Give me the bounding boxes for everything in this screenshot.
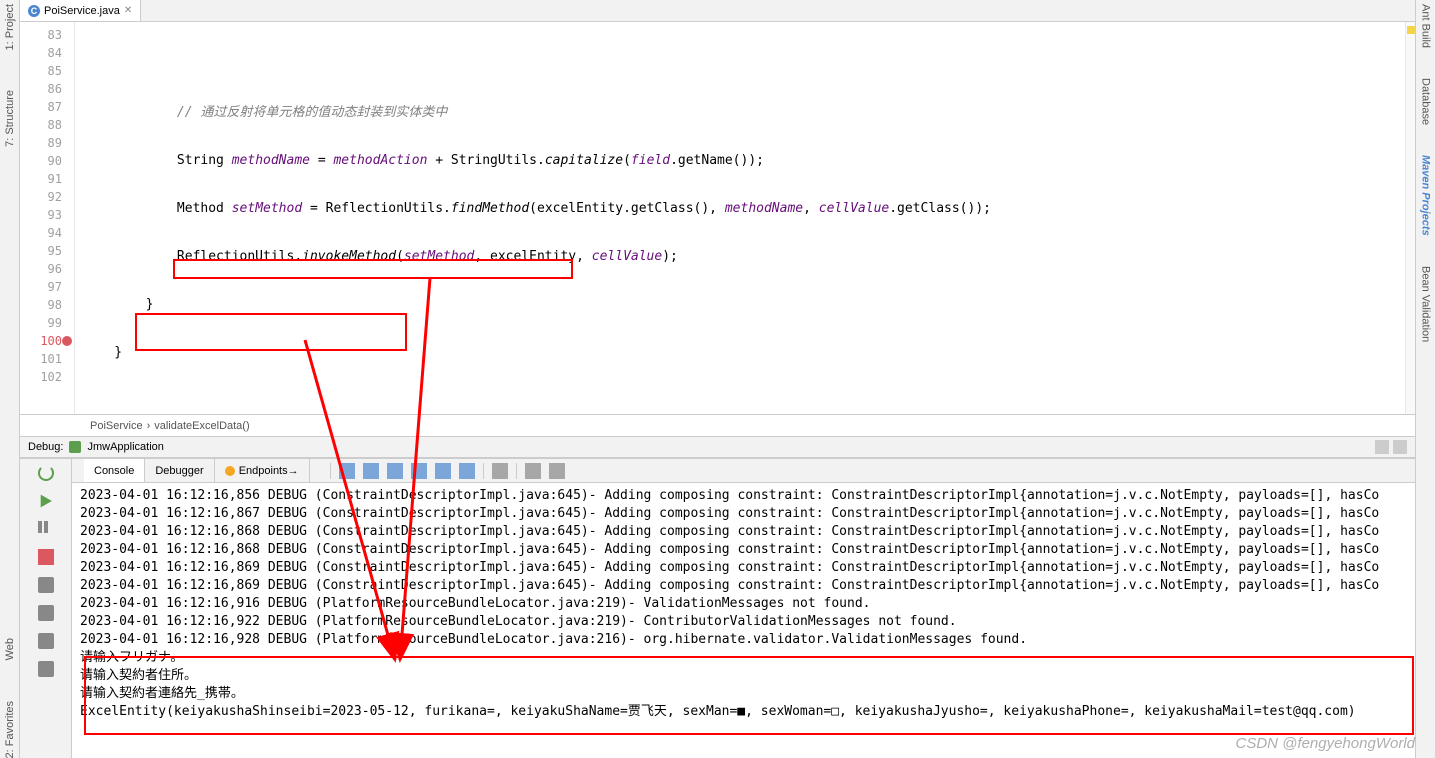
evaluate-icon[interactable] bbox=[492, 463, 508, 479]
structure-tool[interactable]: 7: Structure bbox=[4, 90, 16, 147]
drop-frame-icon[interactable] bbox=[435, 463, 451, 479]
project-tool[interactable]: 1: Project bbox=[4, 4, 16, 50]
ant-build-tool[interactable]: Ant Build bbox=[1420, 4, 1432, 48]
gutter[interactable]: 8384858687888990919293949596979899100101… bbox=[20, 22, 75, 414]
editor-tabs: C PoiService.java ✕ bbox=[20, 0, 1415, 22]
database-tool[interactable]: Database bbox=[1420, 78, 1432, 125]
file-tab-name: PoiService.java bbox=[44, 5, 120, 17]
step-into-icon[interactable] bbox=[363, 463, 379, 479]
more-icon[interactable] bbox=[549, 463, 565, 479]
run-to-cursor-icon[interactable] bbox=[459, 463, 475, 479]
web-tool[interactable]: Web bbox=[4, 638, 16, 660]
view-breakpoints-icon[interactable] bbox=[38, 577, 54, 593]
step-out-icon[interactable] bbox=[411, 463, 427, 479]
java-class-icon: C bbox=[28, 5, 40, 17]
endpoints-icon bbox=[225, 466, 235, 476]
pause-icon[interactable] bbox=[38, 521, 54, 537]
maven-tool[interactable]: Maven Projects bbox=[1420, 155, 1432, 236]
console-tab[interactable]: Console bbox=[84, 459, 145, 482]
endpoints-tab[interactable]: Endpoints → bbox=[215, 459, 310, 482]
rerun-icon[interactable] bbox=[38, 465, 54, 481]
settings-icon[interactable] bbox=[1393, 440, 1407, 454]
code-area[interactable]: // 通过反射将单元格的值动态封装到实体类中 String methodName… bbox=[75, 22, 1415, 414]
right-tool-strip: Ant Build Database Maven Projects Bean V… bbox=[1415, 0, 1435, 758]
force-step-into-icon[interactable] bbox=[387, 463, 403, 479]
pin-icon[interactable] bbox=[38, 661, 54, 677]
scrollbar-marker-area[interactable] bbox=[1405, 22, 1415, 414]
mute-breakpoints-icon[interactable] bbox=[38, 605, 54, 621]
watermark: CSDN @fengyehongWorld bbox=[1236, 735, 1415, 752]
console-output[interactable]: 2023-04-01 16:12:16,856 DEBUG (Constrain… bbox=[72, 483, 1415, 758]
debug-header: Debug: JmwApplication bbox=[20, 436, 1415, 458]
minimize-icon[interactable] bbox=[1375, 440, 1389, 454]
settings-icon[interactable] bbox=[38, 633, 54, 649]
debug-app-name[interactable]: JmwApplication bbox=[87, 441, 163, 453]
left-tool-strip: 1: Project 7: Structure Web 2: Favorites bbox=[0, 0, 20, 758]
bug-icon bbox=[69, 441, 81, 453]
step-over-icon[interactable] bbox=[339, 463, 355, 479]
editor[interactable]: 8384858687888990919293949596979899100101… bbox=[20, 22, 1415, 414]
stop-icon[interactable] bbox=[38, 549, 54, 565]
debugger-tab[interactable]: Debugger bbox=[145, 459, 214, 482]
breadcrumb[interactable]: PoiService › validateExcelData() bbox=[20, 414, 1415, 436]
bean-validation-tool[interactable]: Bean Validation bbox=[1420, 266, 1432, 342]
trace-icon[interactable] bbox=[525, 463, 541, 479]
resume-icon[interactable] bbox=[38, 493, 54, 509]
file-tab[interactable]: C PoiService.java ✕ bbox=[20, 0, 141, 21]
debug-label: Debug: bbox=[28, 441, 63, 453]
close-tab-icon[interactable]: ✕ bbox=[124, 5, 132, 16]
favorites-tool[interactable]: 2: Favorites bbox=[4, 701, 16, 758]
debug-controls bbox=[20, 459, 72, 758]
debug-panel: Console Debugger Endpoints → bbox=[20, 458, 1415, 758]
debug-tabs: Console Debugger Endpoints → bbox=[72, 459, 1415, 483]
